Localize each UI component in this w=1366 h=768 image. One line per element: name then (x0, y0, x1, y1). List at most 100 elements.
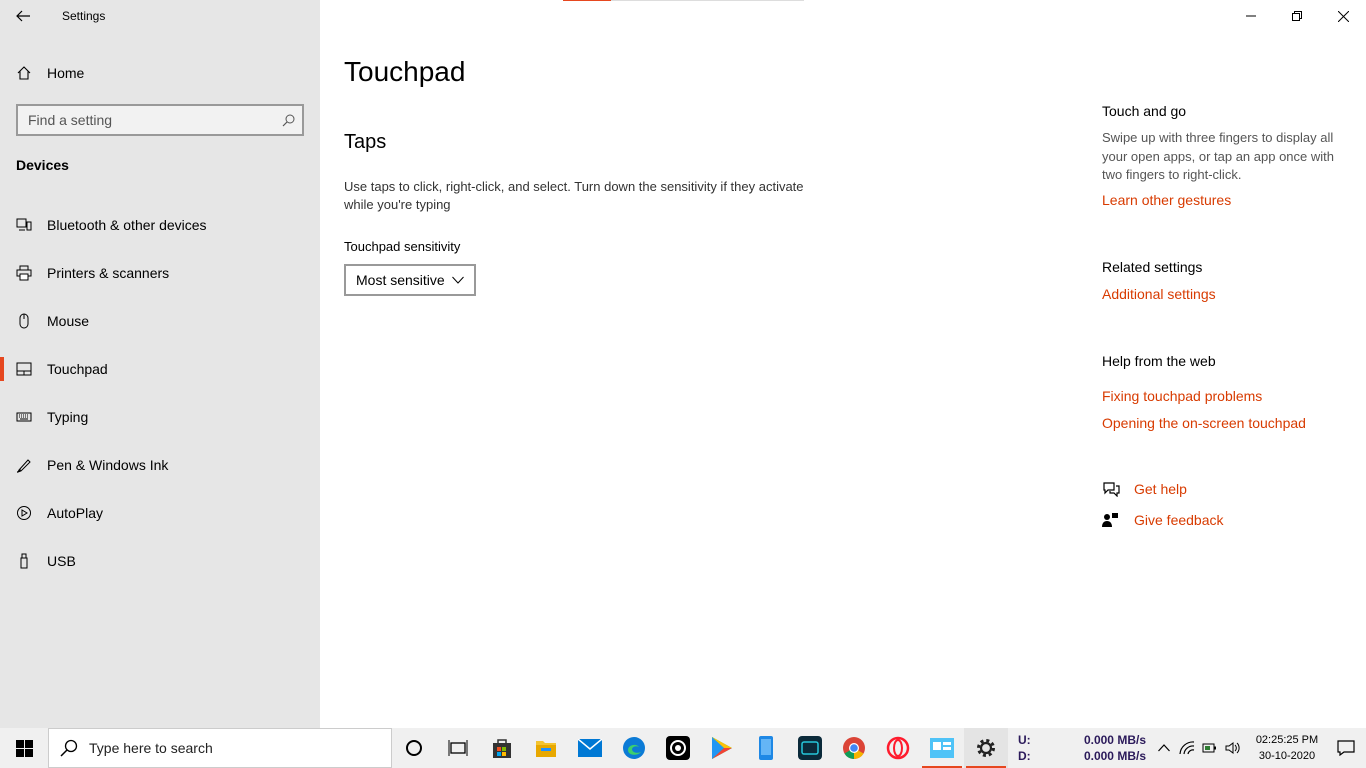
sidebar-item-autoplay[interactable]: AutoPlay (0, 489, 320, 537)
search-icon[interactable] (274, 114, 302, 127)
window-controls (1228, 0, 1366, 32)
keyboard-icon (0, 393, 47, 441)
sidebar-item-label: Printers & scanners (47, 265, 170, 281)
sidebar-item-label: AutoPlay (47, 505, 104, 521)
sidebar-item-touchpad[interactable]: Touchpad (0, 345, 320, 393)
touch-and-go-text: Swipe up with three fingers to display a… (1102, 130, 1334, 182)
network-speed-meter: U: 0.000 MB/s D: 0.000 MB/s (1018, 732, 1146, 764)
play-store-icon (712, 737, 732, 759)
action-center-button[interactable] (1326, 740, 1366, 756)
taskbar-chrome[interactable] (832, 728, 876, 768)
show-hidden-icons-button[interactable] (1152, 744, 1175, 752)
close-button[interactable] (1320, 0, 1366, 32)
taskbar-settings[interactable] (964, 728, 1008, 768)
sidebar-item-label: Touchpad (47, 361, 108, 377)
pen-icon (0, 441, 47, 489)
mouse-icon (0, 297, 47, 345)
close-icon (1337, 10, 1349, 22)
feedback-icon (1102, 512, 1134, 528)
sidebar-item-usb[interactable]: USB (0, 537, 320, 585)
fixing-touchpad-link[interactable]: Fixing touchpad problems (1102, 388, 1262, 404)
search-icon (49, 739, 89, 757)
chrome-browser-icon (843, 737, 865, 759)
store-icon (493, 739, 511, 758)
settings-search-box[interactable] (16, 104, 304, 136)
start-button[interactable] (0, 728, 48, 768)
cortana-button[interactable] (392, 728, 436, 768)
task-view-button[interactable] (436, 728, 480, 768)
minimize-button[interactable] (1228, 0, 1274, 32)
additional-settings-link[interactable]: Additional settings (1102, 286, 1216, 302)
back-button[interactable] (0, 0, 46, 32)
task-view-icon (448, 740, 468, 756)
sidebar-item-label: Bluetooth & other devices (47, 217, 207, 233)
taps-heading: Taps (344, 131, 387, 153)
restore-button[interactable] (1274, 0, 1320, 32)
sidebar-item-typing[interactable]: Typing (0, 393, 320, 441)
sidebar-item-mouse[interactable]: Mouse (0, 297, 320, 345)
download-speed: 0.000 MB/s (1083, 749, 1146, 763)
restore-icon (1292, 11, 1302, 21)
sidebar: Settings Home Devices Bluetooth & other … (0, 0, 320, 728)
give-feedback-label: Give feedback (1134, 512, 1224, 528)
gear-icon (977, 739, 995, 757)
sidebar-nav-list: Bluetooth & other devices Printers & sca… (0, 201, 320, 585)
touch-and-go-heading: Touch and go (1102, 103, 1187, 119)
give-feedback-link[interactable]: Give feedback (1102, 512, 1224, 528)
printer-icon (0, 249, 47, 297)
taskbar-search-input[interactable] (89, 740, 391, 756)
system-tray: 02:25:25 PM 30-10-2020 (1152, 728, 1366, 768)
titlebar-left: Settings (0, 0, 320, 32)
taskbar-obs[interactable] (656, 728, 700, 768)
loading-progress-fill (563, 0, 611, 1)
battery-icon (1202, 743, 1216, 753)
minimize-icon (1246, 15, 1256, 17)
clock-date: 30-10-2020 (1258, 750, 1316, 762)
taskbar-opera[interactable] (876, 728, 920, 768)
taskbar-control-panel[interactable] (920, 728, 964, 768)
taskbar-play-store[interactable] (700, 728, 744, 768)
volume-tray-button[interactable] (1221, 741, 1244, 755)
terminal-app-icon (798, 736, 822, 760)
taps-description: Use taps to click, right-click, and sele… (344, 179, 804, 212)
taskbar-terminal-app[interactable] (788, 728, 832, 768)
sidebar-item-printers[interactable]: Printers & scanners (0, 249, 320, 297)
sidebar-item-label: Mouse (47, 313, 90, 329)
home-icon (0, 56, 47, 90)
taskbar-store[interactable] (480, 728, 524, 768)
sidebar-item-pen[interactable]: Pen & Windows Ink (0, 441, 320, 489)
learn-gestures-link[interactable]: Learn other gestures (1102, 192, 1231, 208)
sensitivity-dropdown[interactable]: Most sensitive (344, 264, 476, 296)
settings-search-input[interactable] (18, 112, 274, 128)
taskbar-search-box[interactable] (48, 728, 392, 768)
network-tray-button[interactable] (1175, 741, 1198, 755)
sidebar-item-home[interactable]: Home (0, 56, 320, 90)
sidebar-item-label: USB (47, 553, 76, 569)
sidebar-item-bluetooth[interactable]: Bluetooth & other devices (0, 201, 320, 249)
mail-icon (578, 739, 602, 757)
taskbar-clock[interactable]: 02:25:25 PM 30-10-2020 (1248, 732, 1326, 764)
upload-speed: 0.000 MB/s (1083, 733, 1146, 747)
taskbar-file-explorer[interactable] (524, 728, 568, 768)
onscreen-touchpad-link[interactable]: Opening the on-screen touchpad (1102, 415, 1306, 431)
taskbar-mail[interactable] (568, 728, 612, 768)
download-label: D: (1018, 749, 1031, 763)
taskbar-edge[interactable] (612, 728, 656, 768)
get-help-label: Get help (1134, 481, 1187, 497)
cortana-circle-icon (406, 740, 422, 756)
battery-tray-button[interactable] (1198, 741, 1221, 755)
control-panel-icon (930, 738, 954, 758)
sensitivity-value: Most sensitive (356, 272, 445, 288)
phone-icon (759, 736, 773, 760)
app-title: Settings (62, 9, 106, 23)
taskbar-phone-app[interactable] (744, 728, 788, 768)
chat-help-icon (1102, 481, 1134, 497)
edge-browser-icon (623, 737, 645, 759)
get-help-link[interactable]: Get help (1102, 481, 1187, 497)
windows-logo-icon (15, 739, 33, 757)
help-web-heading: Help from the web (1102, 353, 1216, 369)
taskbar: U: 0.000 MB/s D: 0.000 MB/s 02:25:25 PM 30… (0, 728, 1366, 768)
folder-icon (536, 741, 556, 757)
chevron-down-icon (452, 276, 464, 284)
sidebar-section-heading: Devices (16, 157, 69, 173)
